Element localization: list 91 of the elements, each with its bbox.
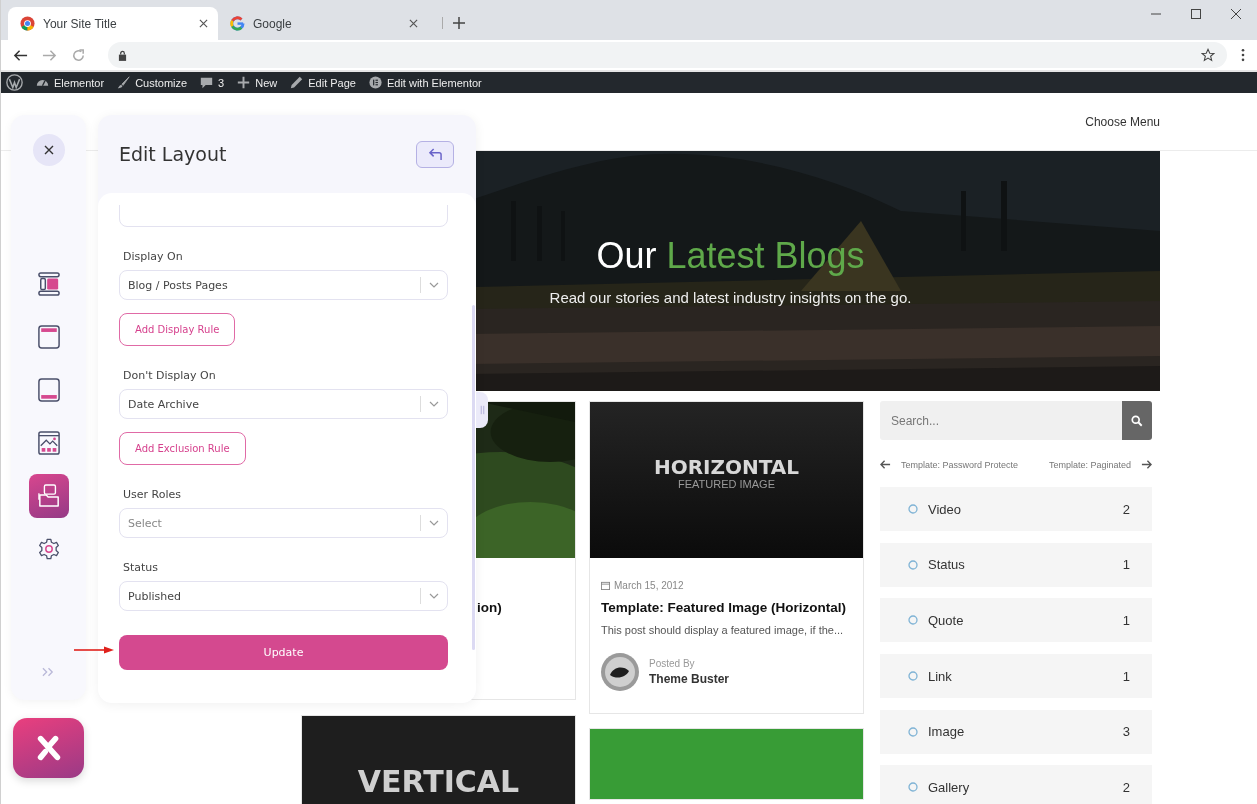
lock-icon: [118, 49, 127, 61]
admin-bar-item[interactable]: New: [237, 76, 278, 89]
hero-title-highlight: Latest Blogs: [666, 235, 865, 277]
menu-link[interactable]: Choose Menu: [1085, 115, 1160, 129]
pencil-icon: [290, 76, 304, 89]
plus-icon: [237, 76, 251, 89]
next-post-link[interactable]: Template: Paginated: [1048, 459, 1152, 470]
circle-icon: [908, 726, 918, 737]
app-logo-button[interactable]: [13, 718, 84, 778]
arrow: [74, 646, 114, 654]
image-title: VERTICAL: [357, 766, 520, 798]
arrow-right-icon: [1141, 459, 1152, 470]
admin-bar-item[interactable]: 3: [200, 76, 225, 89]
category-item[interactable]: Gallery 2: [880, 765, 1152, 804]
category-item[interactable]: Image 3: [880, 709, 1152, 754]
close-icon: [43, 145, 54, 155]
sidebar-layout-icon: [37, 272, 60, 296]
chevron-down-icon: [429, 520, 439, 526]
post-title[interactable]: Template: Featured Image (Horizontal): [601, 600, 852, 615]
post-date: March 15, 2012: [614, 580, 684, 591]
favicon-icon: [20, 16, 35, 31]
circle-icon: [908, 504, 918, 514]
search-button[interactable]: [1122, 401, 1152, 440]
add-rule-button[interactable]: Add Exclusion Rule: [119, 432, 246, 465]
field-label: Status: [123, 561, 159, 574]
field-label: Don't Display On: [123, 369, 216, 382]
field-label: Display On: [123, 250, 183, 263]
admin-bar-item[interactable]: Edit Page: [290, 76, 356, 89]
back-button[interactable]: [416, 140, 454, 168]
category-item[interactable]: Video 2: [880, 487, 1152, 531]
header-layout-icon: [37, 325, 60, 349]
select-field[interactable]: Published: [119, 581, 448, 611]
folder-icon: [37, 484, 60, 508]
settings-icon: [37, 538, 60, 560]
close-icon[interactable]: [1231, 9, 1241, 19]
wordpress-icon[interactable]: [6, 74, 23, 91]
select-field[interactable]: [119, 205, 448, 227]
elementor-icon: [368, 76, 382, 89]
circle-icon: [908, 671, 918, 682]
category-item[interactable]: Quote 1: [880, 598, 1152, 643]
search-icon: [1131, 414, 1143, 427]
back-arrow-icon: [427, 147, 443, 161]
grip-icon: [479, 405, 485, 415]
circle-icon: [908, 559, 918, 570]
layout-tool-button[interactable]: [28, 474, 69, 518]
close-button[interactable]: [32, 134, 65, 166]
admin-bar-item[interactable]: Customize: [117, 76, 188, 89]
add-rule-button[interactable]: Add Display Rule: [119, 313, 236, 346]
circle-icon: [908, 782, 918, 793]
select-field[interactable]: Date Archive: [119, 389, 448, 419]
chevron-down-icon: [429, 401, 439, 407]
search-field[interactable]: Search...: [880, 401, 1122, 440]
new-tab-icon[interactable]: [442, 17, 465, 29]
image-subtitle: FEATURED IMAGE: [678, 478, 775, 490]
calendar-icon: [601, 581, 610, 590]
browser-tab[interactable]: Your Site Title: [8, 7, 218, 40]
footer-layout-icon: [37, 378, 60, 402]
circle-icon: [908, 615, 918, 626]
post-excerpt: This post should display a featured image, if the...: [601, 624, 845, 636]
image-grid-icon: [37, 431, 60, 455]
hero-title: Our: [596, 235, 657, 277]
category-item[interactable]: Link 1: [880, 654, 1152, 699]
chevron-down-icon: [429, 593, 439, 599]
previous-post-link[interactable]: Template: Password Protecte: [880, 459, 1019, 470]
panel-title: Edit Layout: [119, 143, 227, 165]
menu-icon[interactable]: [1241, 48, 1245, 62]
image-title: HORIZONTAL: [653, 456, 800, 478]
panel-resize-handle[interactable]: [476, 392, 488, 428]
scrollbar[interactable]: [472, 305, 475, 650]
close-icon[interactable]: [199, 19, 208, 28]
avatar: [601, 653, 639, 691]
category-item[interactable]: Status 1: [880, 542, 1152, 587]
chevron-down-icon: [429, 282, 439, 288]
field-label: User Roles: [123, 488, 181, 501]
close-icon[interactable]: [409, 19, 418, 28]
arrow-left-icon: [880, 459, 891, 470]
author-label: Posted By: [649, 658, 696, 669]
author-name[interactable]: Theme Buster: [649, 672, 730, 686]
admin-bar-item[interactable]: Elementor: [36, 76, 105, 89]
select-field[interactable]: Select: [119, 508, 448, 538]
select-field[interactable]: Blog / Posts Pages: [119, 270, 448, 300]
star-icon[interactable]: [1201, 48, 1215, 62]
browser-tab[interactable]: Google: [218, 7, 428, 40]
hero-subtitle: Read our stories and latest industry insights on the go.: [549, 289, 912, 306]
update-button[interactable]: Update: [119, 635, 448, 670]
maximize-icon[interactable]: [1191, 9, 1201, 19]
admin-bar-item[interactable]: Edit with Elementor: [368, 76, 482, 89]
brush-icon: [117, 76, 131, 89]
comment-icon: [200, 76, 214, 89]
post-title[interactable]: ion): [477, 600, 564, 615]
favicon-icon: [230, 16, 245, 31]
